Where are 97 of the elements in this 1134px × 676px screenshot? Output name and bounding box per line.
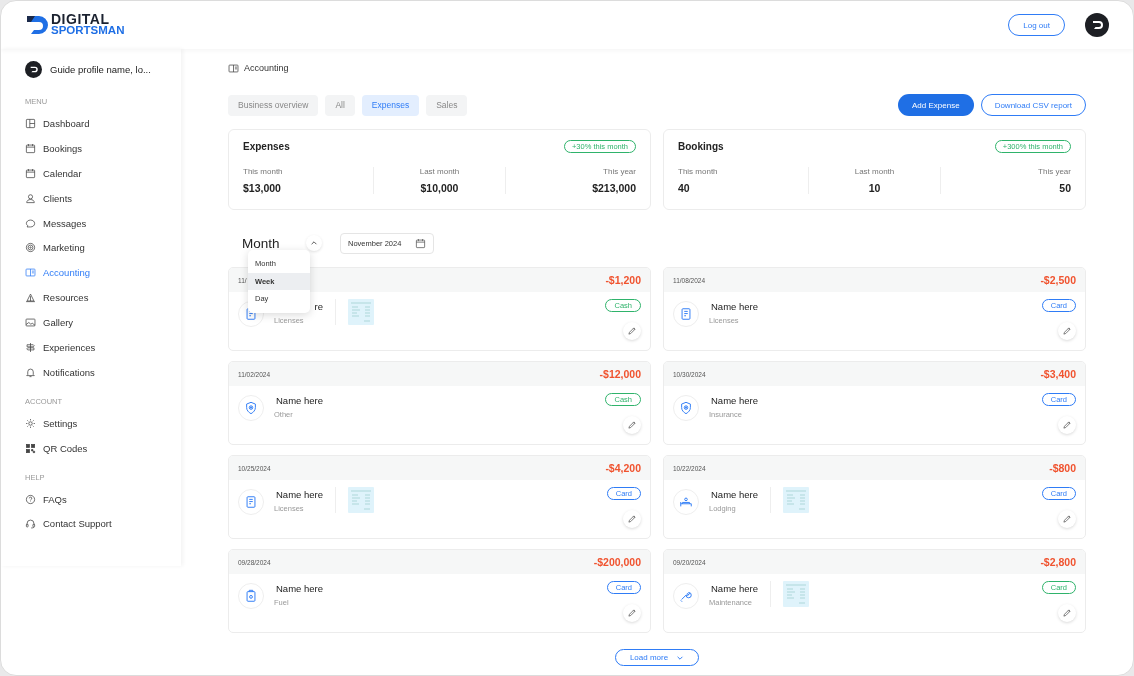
expense-amount: -$4,200 [605, 462, 641, 474]
chevron-up-icon [310, 239, 318, 247]
qr-icon [25, 442, 36, 454]
nav-item[interactable]: Messages [25, 210, 181, 236]
edit-button[interactable] [623, 510, 641, 528]
nav-item[interactable]: QR Codes [25, 435, 181, 461]
gear-icon [25, 417, 36, 429]
help-icon [25, 493, 36, 505]
breadcrumb: Accounting [244, 63, 289, 73]
edit-button[interactable] [623, 322, 641, 340]
pencil-icon [1062, 514, 1072, 524]
add-expense-button[interactable]: Add Expense [898, 94, 974, 116]
nav-item[interactable]: Notifications [25, 359, 181, 385]
pencil-icon [627, 514, 637, 524]
load-more-button[interactable]: Load more [614, 649, 700, 666]
stat-label: This month [243, 167, 284, 176]
nav-item[interactable]: Accounting [25, 260, 181, 286]
nav-item[interactable]: Experiences [25, 335, 181, 360]
nav-item[interactable]: Resources [25, 285, 181, 311]
nav-item[interactable]: Marketing [25, 235, 181, 261]
nav-item[interactable]: Settings [25, 410, 181, 436]
expense-name: Name here [275, 489, 323, 500]
logo-subtitle: SPORTSMAN [51, 25, 125, 36]
expense-name: Name here [275, 395, 323, 406]
stat-value: $213,000 [592, 182, 636, 194]
grid-icon [25, 117, 36, 129]
expense-amount: -$3,400 [1040, 368, 1076, 380]
stat-value: $13,000 [243, 182, 282, 194]
edit-button[interactable] [623, 416, 641, 434]
receipt-thumbnail[interactable] [348, 487, 374, 513]
nav-item[interactable]: Dashboard [25, 111, 181, 136]
stat-value: 50 [1059, 182, 1071, 194]
expense-name: Name here [710, 583, 758, 594]
stat-label: This year [603, 167, 636, 176]
edit-button[interactable] [1058, 322, 1076, 340]
user-icon [25, 192, 36, 204]
receipt-thumbnail[interactable] [783, 487, 809, 513]
period-title: Month [242, 235, 281, 251]
receipt-thumbnail[interactable] [348, 299, 374, 325]
edit-button[interactable] [1058, 416, 1076, 434]
pencil-icon [1062, 608, 1072, 618]
expense-name: Name here [275, 583, 323, 594]
download-csv-button[interactable]: Download CSV report [980, 94, 1086, 116]
cal-icon [25, 167, 36, 179]
stat-value: 10 [868, 182, 881, 194]
chat-icon [25, 217, 36, 229]
expense-amount: -$800 [1049, 462, 1076, 474]
expense-amount: -$200,000 [593, 556, 641, 568]
headset-icon [25, 518, 36, 530]
avatar-icon[interactable] [1085, 13, 1109, 37]
pencil-icon [627, 608, 637, 618]
image-icon [25, 317, 36, 329]
pencil-icon [627, 420, 637, 430]
avatar-icon [25, 60, 42, 78]
edit-button[interactable] [1058, 604, 1076, 622]
stat-title: Bookings [678, 141, 724, 152]
bell-icon [25, 366, 36, 378]
cal-icon [25, 142, 36, 154]
nav-item[interactable]: Bookings [25, 135, 181, 161]
stat-value: 40 [678, 182, 691, 194]
collapse-button[interactable] [306, 235, 322, 251]
receipt-thumbnail[interactable] [783, 581, 809, 607]
expense-amount: -$12,000 [599, 368, 641, 380]
pencil-icon [1062, 420, 1072, 430]
calendar-icon [415, 237, 427, 249]
logout-button[interactable]: Log out [1008, 14, 1065, 36]
stat-label: This year [1038, 167, 1071, 176]
nav-item[interactable]: Gallery [25, 310, 181, 335]
stat-label: Last month [419, 167, 460, 176]
nav-item[interactable]: Clients [25, 185, 181, 211]
expense-amount: -$1,200 [605, 274, 641, 286]
target-icon [25, 242, 36, 254]
profile-name[interactable]: Guide profile name, lo... [50, 63, 151, 75]
edit-button[interactable] [1058, 510, 1076, 528]
pencil-icon [1062, 326, 1072, 336]
nav-item[interactable]: FAQs [25, 486, 181, 512]
stat-value: $10,000 [420, 182, 459, 194]
stat-label: Last month [854, 167, 895, 176]
nav-item[interactable]: Contact Support [25, 511, 181, 537]
expense-amount: -$2,500 [1040, 274, 1076, 286]
expense-name: re [313, 301, 323, 312]
expense-name: Name here [710, 395, 758, 406]
stat-label: This month [678, 167, 719, 176]
logo-icon [25, 13, 49, 37]
edit-button[interactable] [623, 604, 641, 622]
stat-title: Expenses [243, 141, 290, 152]
book-icon [228, 62, 239, 74]
expense-name: Name here [710, 489, 758, 500]
expense-name: Name here [710, 301, 758, 312]
sign-icon [25, 341, 36, 353]
tab[interactable]: Expenses [361, 94, 420, 116]
logo-title: DIGITAL [51, 14, 110, 25]
tab[interactable]: All [325, 94, 355, 116]
expense-amount: -$2,800 [1040, 556, 1076, 568]
nav-item[interactable]: Calendar [25, 160, 181, 186]
pencil-icon [627, 326, 637, 336]
book-icon [25, 267, 36, 279]
